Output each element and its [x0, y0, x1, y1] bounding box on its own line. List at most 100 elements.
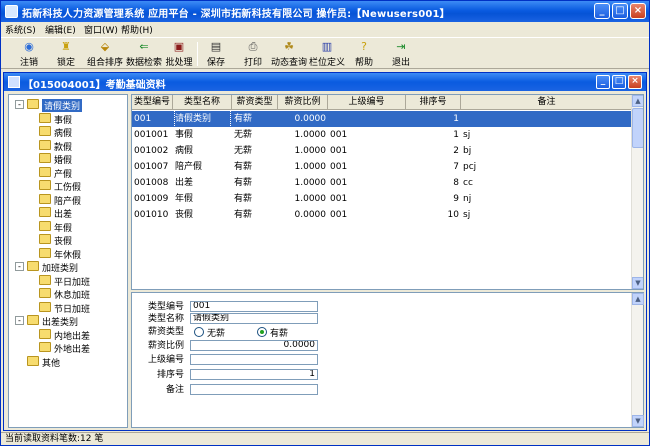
child-minimize-button[interactable]: _: [596, 75, 610, 89]
tree-group[interactable]: - 加班类别: [9, 260, 127, 274]
print-button[interactable]: ⎙ 打印: [233, 39, 273, 69]
table-row[interactable]: 001008 出差 有薪 1.0000 001 8 cc: [132, 175, 633, 191]
save-icon: ▤: [210, 40, 222, 53]
table-row[interactable]: 001002 病假 无薪 1.0000 001 2 bj: [132, 143, 633, 159]
tree-item[interactable]: 平日加班: [9, 274, 127, 288]
scroll-down-icon[interactable]: ▼: [632, 277, 643, 289]
tree-item[interactable]: 丧假: [9, 233, 127, 247]
form-scroll-up-icon[interactable]: ▲: [632, 293, 644, 305]
table-row[interactable]: 001 请假类别 有薪 0.0000 1: [132, 110, 633, 128]
table-cell: 001: [330, 178, 348, 188]
column-header[interactable]: 类型编号: [132, 95, 173, 110]
collapse-icon[interactable]: -: [15, 100, 24, 109]
tree-item[interactable]: 事假: [9, 112, 127, 126]
column-header[interactable]: 薪资比例: [278, 95, 328, 110]
child-close-button[interactable]: ×: [628, 75, 642, 89]
form-scroll-down-icon[interactable]: ▼: [632, 415, 644, 427]
print-icon: ⎙: [248, 40, 258, 53]
scroll-up-icon[interactable]: ▲: [632, 95, 643, 107]
tree-item-label: 内地出差: [54, 331, 91, 342]
child-title-bar[interactable]: 【015004001】考勤基础资料 _ □ ×: [4, 73, 646, 91]
menu-system[interactable]: 系统(S): [5, 23, 36, 36]
data-grid[interactable]: 类型编号 类型名称 薪资类型 薪资比例 上级编号 排序号 备注 001 请假类别 有薪 0.000…: [131, 94, 644, 290]
query-button[interactable]: ☘ 动态查询: [269, 39, 309, 69]
app-icon: [5, 5, 18, 18]
close-button[interactable]: ×: [630, 3, 646, 19]
tree-group[interactable]: - 请假类别: [9, 98, 127, 112]
table-cell: 有薪: [234, 114, 253, 124]
tree-item[interactable]: 产假: [9, 166, 127, 180]
type-code-field[interactable]: 001: [190, 301, 318, 312]
grid-scrollbar[interactable]: ▲ ▼: [631, 95, 643, 289]
menu-help[interactable]: 帮助(H): [121, 23, 153, 36]
table-cell: 1: [453, 114, 459, 124]
menu-window[interactable]: 窗口(W): [84, 23, 118, 36]
sort-field[interactable]: 1: [190, 369, 318, 380]
tree-item-label: 节日加班: [54, 304, 91, 315]
collapse-icon[interactable]: -: [15, 316, 24, 325]
table-cell: 9: [453, 194, 459, 204]
query-icon: ☘: [284, 40, 294, 53]
tree-item[interactable]: 节日加班: [9, 301, 127, 315]
salary-yes-radio[interactable]: [257, 327, 267, 337]
lock-icon: ♜: [61, 40, 71, 53]
tree-item-label: 丧假: [54, 237, 73, 247]
batch-button[interactable]: ▣ 批处理: [159, 39, 199, 69]
columns-icon: ▥: [321, 40, 333, 53]
sort-button[interactable]: ⬙ 组合排序: [85, 39, 125, 69]
column-header[interactable]: 上级编号: [328, 95, 406, 110]
salary-no-radio[interactable]: [194, 327, 204, 337]
table-cell: 请假类别: [174, 110, 231, 128]
category-tree[interactable]: - 请假类别 事假 病假 款假 婚假 产假 工伤假陪产假 出差 年假丧假 年休假 - 加班类别 平日加班休…: [8, 94, 128, 428]
tree-item[interactable]: 外地出差: [9, 341, 127, 355]
column-header[interactable]: 备注: [461, 95, 633, 110]
save-button[interactable]: ▤ 保存: [196, 39, 236, 69]
lock-button[interactable]: ♜ 锁定: [46, 39, 86, 69]
tree-item-label: 请假类别: [42, 99, 83, 112]
table-cell: 2: [453, 146, 459, 156]
salary-ratio-field[interactable]: 0.0000: [190, 340, 318, 351]
table-cell: 10: [447, 210, 459, 220]
minimize-button[interactable]: _: [594, 3, 610, 19]
folder-icon: [39, 126, 51, 136]
type-name-field[interactable]: 请假类别: [190, 313, 318, 324]
table-row[interactable]: 001001 事假 无薪 1.0000 001 1 sj: [132, 127, 633, 143]
tree-item-label: 陪产假: [54, 196, 82, 207]
tree-group[interactable]: - 出差类别: [9, 314, 127, 328]
table-cell: 丧假: [175, 210, 194, 220]
sort-icon: ⬙: [100, 40, 110, 53]
help-button[interactable]: ? 帮助: [344, 39, 384, 69]
table-row[interactable]: 001010 丧假 有薪 0.0000 001 10 sj: [132, 207, 633, 223]
collapse-icon[interactable]: -: [15, 262, 24, 271]
tree-item[interactable]: 婚假: [9, 152, 127, 166]
menu-edit[interactable]: 编辑(E): [45, 23, 76, 36]
parent-code-field[interactable]: [190, 354, 318, 365]
exit-button[interactable]: ⇥ 退出: [381, 39, 421, 69]
column-header[interactable]: 排序号: [406, 95, 461, 110]
tree-item[interactable]: 出差: [9, 206, 127, 220]
search-button[interactable]: ⇐ 数据检索: [124, 39, 164, 69]
table-cell: 陪产假: [175, 162, 203, 172]
form-scrollbar[interactable]: ▲ ▼: [631, 293, 644, 427]
column-header[interactable]: 类型名称: [173, 95, 232, 110]
maximize-button[interactable]: □: [612, 3, 628, 19]
logout-button[interactable]: ◉ 注销: [9, 39, 49, 69]
child-maximize-button[interactable]: □: [612, 75, 626, 89]
columns-button[interactable]: ▥ 栏位定义: [307, 39, 347, 69]
remark-field[interactable]: [190, 384, 318, 395]
scroll-thumb[interactable]: [632, 108, 643, 148]
tree-item[interactable]: 工伤假: [9, 179, 127, 193]
table-row[interactable]: 001007 陪产假 有薪 1.0000 001 7 pcj: [132, 159, 633, 175]
tree-item[interactable]: 病假: [9, 125, 127, 139]
column-header[interactable]: 薪资类型: [232, 95, 278, 110]
title-bar[interactable]: 拓新科技人力资源管理系统 应用平台 - 深圳市拓新科技有限公司 操作员:【New…: [1, 1, 649, 22]
tree-item[interactable]: 陪产假: [9, 193, 127, 207]
tree-item[interactable]: 款假: [9, 139, 127, 153]
tree-item[interactable]: 年休假: [9, 247, 127, 261]
tree-group[interactable]: 其他: [9, 355, 127, 369]
tree-item[interactable]: 休息加班: [9, 287, 127, 301]
table-cell: cc: [463, 178, 473, 188]
table-row[interactable]: 001009 年假 有薪 1.0000 001 9 nj: [132, 191, 633, 207]
tree-item[interactable]: 年假: [9, 220, 127, 234]
tree-item[interactable]: 内地出差: [9, 328, 127, 342]
